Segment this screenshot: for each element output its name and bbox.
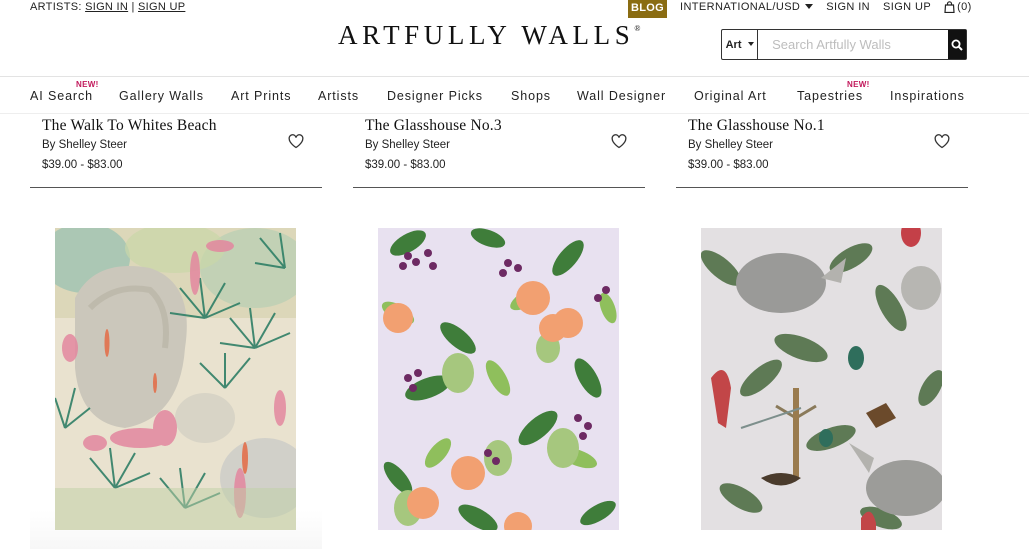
artwork-image[interactable]	[378, 228, 619, 530]
heart-icon[interactable]	[934, 134, 950, 149]
sign-in-link[interactable]: SIGN IN	[826, 1, 870, 13]
product-price: $39.00 - $83.00	[42, 159, 123, 171]
artists-links: ARTISTS: SIGN IN | SIGN UP	[30, 1, 185, 13]
nav-item-inspirations[interactable]: Inspirations	[890, 89, 965, 103]
search-category-label: Art	[725, 38, 742, 51]
artwork-image[interactable]	[701, 228, 942, 530]
product-title[interactable]: The Walk To Whites Beach	[42, 117, 217, 135]
search-button[interactable]	[948, 30, 966, 59]
cart-count: (0)	[957, 1, 972, 13]
product-artist[interactable]: By Shelley Steer	[688, 139, 773, 151]
chevron-down-icon	[805, 3, 814, 9]
product-artist[interactable]: By Shelley Steer	[42, 139, 127, 151]
product-card: The Glasshouse No.1 By Shelley Steer $39…	[676, 114, 968, 188]
main-nav: NEW! AI Search Gallery Walls Art Prints …	[0, 77, 1029, 113]
artwork-image[interactable]	[55, 228, 296, 530]
artist-sign-up-link[interactable]: SIGN UP	[138, 1, 185, 13]
logo-text: ARTFULLY WALLS	[338, 20, 635, 50]
product-title[interactable]: The Glasshouse No.1	[688, 117, 825, 135]
new-badge: NEW!	[847, 80, 870, 89]
product-card: The Glasshouse No.3 By Shelley Steer $39…	[353, 114, 645, 188]
sign-up-link[interactable]: SIGN UP	[883, 1, 931, 13]
search-input[interactable]	[758, 30, 949, 59]
nav-item-gallery-walls[interactable]: Gallery Walls	[119, 89, 204, 103]
cart-button[interactable]: (0)	[944, 1, 972, 13]
artists-label: ARTISTS:	[30, 1, 82, 13]
product-artist[interactable]: By Shelley Steer	[365, 139, 450, 151]
shopping-bag-icon	[944, 1, 955, 13]
nav-item-tapestries[interactable]: Tapestries	[797, 89, 863, 103]
top-bar: ARTISTS: SIGN IN | SIGN UP BLOG INTERNAT…	[0, 0, 1029, 18]
product-card: The Walk To Whites Beach By Shelley Stee…	[30, 114, 322, 188]
nav-item-original-art[interactable]: Original Art	[694, 89, 767, 103]
currency-label: INTERNATIONAL/USD	[680, 1, 801, 13]
nav-item-artists[interactable]: Artists	[318, 89, 359, 103]
nav-item-designer-picks[interactable]: Designer Picks	[387, 89, 483, 103]
nav-item-ai-search[interactable]: AI Search	[30, 89, 93, 103]
product-title[interactable]: The Glasshouse No.3	[365, 117, 502, 135]
product-price: $39.00 - $83.00	[365, 159, 446, 171]
account-links: INTERNATIONAL/USD SIGN IN SIGN UP (0)	[680, 1, 972, 13]
new-badge: NEW!	[76, 80, 99, 89]
currency-selector[interactable]: INTERNATIONAL/USD	[680, 1, 814, 13]
artist-sign-in-link[interactable]: SIGN IN	[85, 1, 128, 13]
search-icon	[951, 39, 963, 51]
search-bar: Art	[721, 29, 967, 60]
nav-item-wall-designer[interactable]: Wall Designer	[577, 89, 666, 103]
site-logo[interactable]: ARTFULLY WALLS®	[338, 20, 640, 51]
chevron-down-icon	[747, 41, 754, 46]
product-price: $39.00 - $83.00	[688, 159, 769, 171]
nav-item-art-prints[interactable]: Art Prints	[231, 89, 291, 103]
heart-icon[interactable]	[288, 134, 304, 149]
artists-separator: |	[131, 1, 135, 13]
search-category-select[interactable]: Art	[722, 30, 759, 59]
heart-icon[interactable]	[611, 134, 627, 149]
blog-button[interactable]: BLOG	[628, 0, 667, 18]
registered-mark: ®	[634, 24, 641, 33]
nav-item-shops[interactable]: Shops	[511, 89, 551, 103]
